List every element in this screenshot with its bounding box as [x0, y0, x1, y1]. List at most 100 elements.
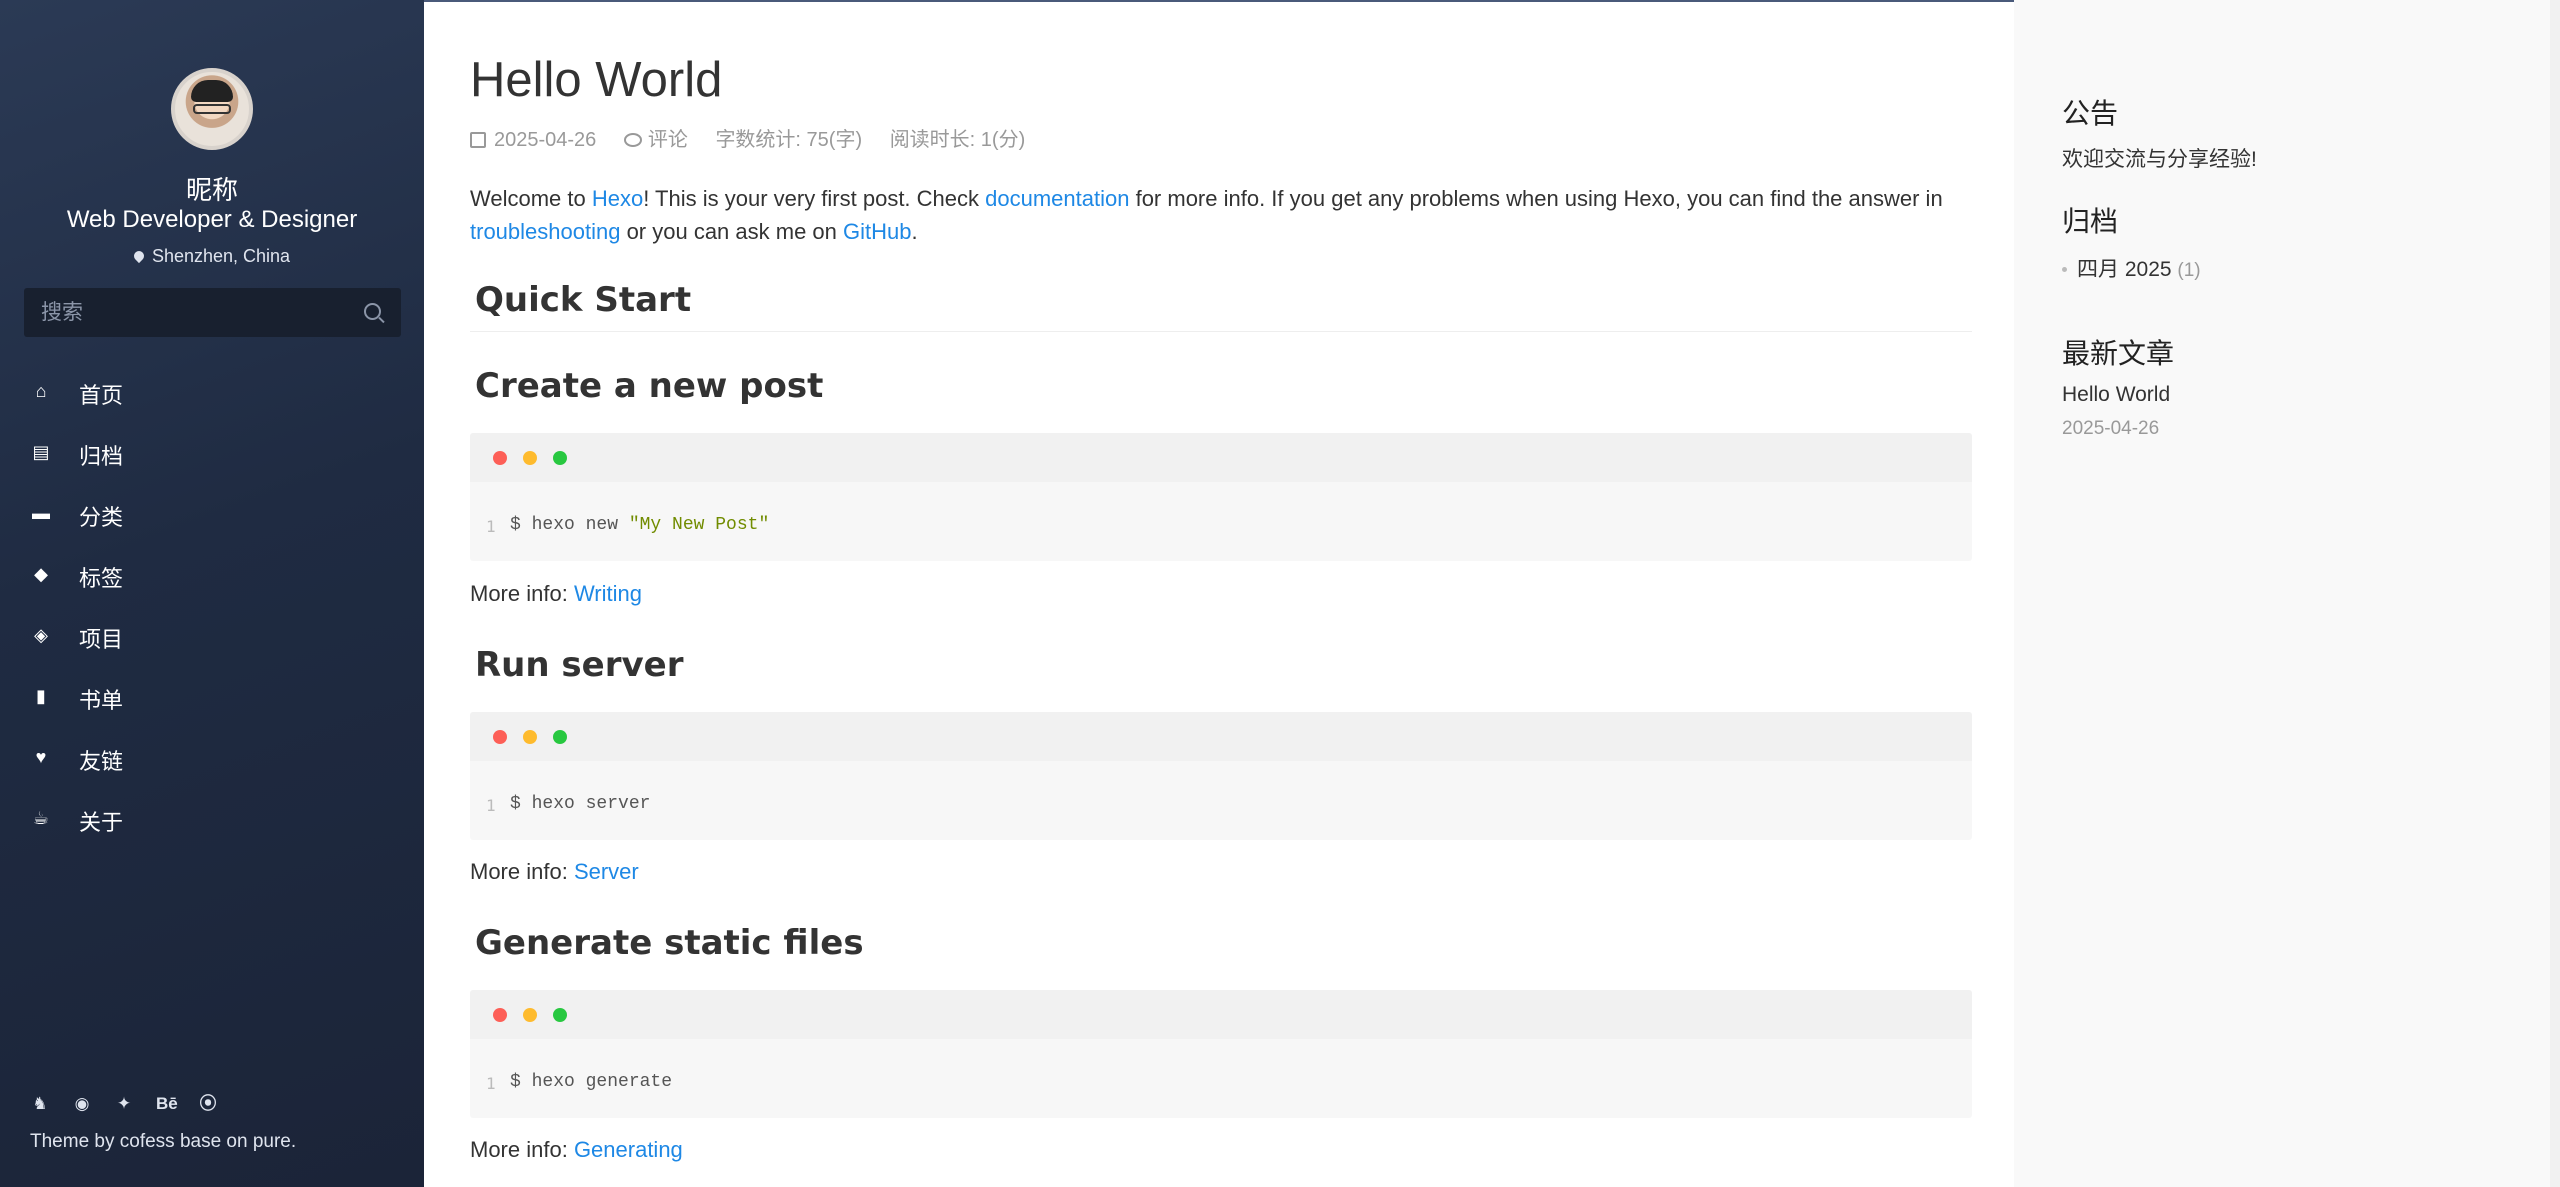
social-links: ♞ ◉ ✦ Bē ⦿ — [30, 1094, 240, 1114]
intro-text: ! This is your very first post. Check — [643, 186, 986, 211]
heading-generate: Generate static files — [475, 923, 864, 963]
profile-nickname: 昵称 — [185, 175, 238, 205]
heading-create-post: Create a new post — [475, 366, 824, 406]
sidebar-item-links[interactable]: ♥ 友链 — [0, 728, 424, 789]
code-toolbar — [470, 990, 1972, 1039]
bullet-icon — [2062, 267, 2067, 272]
behance-icon[interactable]: Bē — [156, 1094, 178, 1114]
sidebar-item-label: 归档 — [79, 444, 124, 469]
sidebar-item-label: 友链 — [79, 749, 124, 774]
code-block: 1 $ hexo server — [470, 712, 1972, 840]
comment-icon — [623, 133, 642, 147]
sidebar-item-label: 书单 — [79, 688, 124, 713]
code-toolbar — [470, 433, 1972, 482]
read-time: 阅读时长: 1(分) — [889, 129, 1026, 151]
code-command: $ hexo new — [510, 515, 629, 535]
recent-post-link[interactable]: Hello World — [2062, 383, 2170, 407]
sidebar-item-about[interactable]: ☕ 关于 — [0, 789, 424, 850]
more-info: More info: Generating — [470, 1137, 683, 1163]
twitter-icon[interactable]: ✦ — [114, 1094, 134, 1114]
notice-title: 公告 — [2062, 98, 2119, 129]
post-meta: 2025-04-26 评论 字数统计: 75(字) 阅读时长: 1(分) — [470, 123, 1047, 152]
more-info-label: More info: — [470, 859, 574, 884]
sidebar-item-tags[interactable]: ◆ 标签 — [0, 545, 424, 606]
code-block: 1 $ hexo new "My New Post" — [470, 433, 1972, 561]
red-dot-icon — [493, 451, 507, 465]
rss-icon[interactable]: ⦿ — [198, 1094, 218, 1114]
green-dot-icon — [553, 451, 567, 465]
generating-link[interactable]: Generating — [574, 1137, 683, 1162]
archive-item-label: 四月 2025 — [2077, 258, 2172, 281]
avatar[interactable] — [171, 68, 253, 150]
coffee-icon: ☕ — [32, 808, 50, 828]
intro-text: for more info. If you get any problems w… — [1129, 186, 1943, 211]
green-dot-icon — [553, 730, 567, 744]
post-date: 2025-04-26 — [494, 129, 597, 151]
troubleshooting-link[interactable]: troubleshooting — [470, 219, 620, 244]
intro-text: Welcome to — [470, 186, 592, 211]
intro-text: or you can ask me on — [620, 219, 844, 244]
sidebar-item-label: 标签 — [79, 566, 124, 591]
search-icon[interactable] — [364, 303, 381, 320]
intro-text: . — [911, 219, 918, 244]
word-count: 字数统计: 75(字) — [715, 129, 863, 151]
yellow-dot-icon — [523, 730, 537, 744]
archive-item[interactable]: 四月 2025 (1) — [2062, 253, 2201, 283]
green-dot-icon — [553, 1008, 567, 1022]
sidebar-nav: ⌂ 首页 ▤ 归档 ▬ 分类 ◆ 标签 ◈ 项目 ▮ 书单 ♥ 友链 ☕ 关于 — [0, 362, 424, 850]
sidebar-item-projects[interactable]: ◈ 项目 — [0, 606, 424, 667]
sidebar: 昵称 Web Developer & Designer Shenzhen, Ch… — [0, 0, 424, 1187]
profile-role: Web Developer & Designer — [66, 206, 358, 233]
server-link[interactable]: Server — [574, 859, 639, 884]
search-input[interactable] — [24, 288, 354, 337]
more-info-label: More info: — [470, 1137, 574, 1162]
home-icon: ⌂ — [35, 381, 47, 401]
weibo-icon[interactable]: ◉ — [72, 1094, 92, 1114]
post-comments-link[interactable]: 评论 — [648, 129, 688, 151]
calendar-icon — [470, 132, 486, 148]
line-number: 1 — [486, 796, 496, 815]
code-line: $ hexo new "My New Post" — [510, 515, 769, 535]
book-icon: ▮ — [36, 686, 46, 706]
code-line: $ hexo server — [510, 794, 651, 814]
archive-title: 归档 — [2062, 206, 2119, 237]
sidebar-item-label: 项目 — [79, 627, 124, 652]
archive-icon: ▤ — [32, 442, 50, 462]
github-link[interactable]: GitHub — [843, 219, 911, 244]
intro-paragraph: Welcome to Hexo! This is your very first… — [470, 182, 1970, 248]
code-block: 1 $ hexo generate — [470, 990, 1972, 1118]
line-number: 1 — [486, 517, 496, 536]
sidebar-item-archive[interactable]: ▤ 归档 — [0, 423, 424, 484]
code-string: "My New Post" — [628, 515, 770, 535]
heading-quick-start: Quick Start — [475, 280, 692, 320]
github-icon[interactable]: ♞ — [30, 1094, 50, 1114]
layers-icon: ◈ — [34, 625, 48, 645]
documentation-link[interactable]: documentation — [985, 186, 1129, 211]
red-dot-icon — [493, 730, 507, 744]
notice-text: 欢迎交流与分享经验! — [2062, 148, 2257, 171]
writing-link[interactable]: Writing — [574, 581, 642, 606]
theme-credit: Theme by cofess base on pure. — [30, 1131, 297, 1152]
code-line: $ hexo generate — [510, 1072, 673, 1092]
more-info-label: More info: — [470, 581, 574, 606]
sidebar-item-books[interactable]: ▮ 书单 — [0, 667, 424, 728]
sidebar-item-label: 分类 — [79, 505, 124, 530]
sidebar-item-categories[interactable]: ▬ 分类 — [0, 484, 424, 545]
search-box — [24, 288, 401, 337]
sidebar-item-label: 关于 — [79, 810, 124, 835]
widgets-sidebar: 公告 欢迎交流与分享经验! 归档 四月 2025 (1) 最新文章 Hello … — [2014, 0, 2560, 1187]
more-info: More info: Writing — [470, 581, 642, 607]
profile-location: Shenzhen, China — [0, 246, 424, 267]
scrollbar[interactable] — [2550, 0, 2560, 1187]
heading-run-server: Run server — [475, 645, 684, 685]
location-text: Shenzhen, China — [151, 246, 291, 266]
archive-count: (1) — [2177, 260, 2201, 281]
recent-posts-title: 最新文章 — [2062, 338, 2175, 369]
hexo-link[interactable]: Hexo — [592, 186, 643, 211]
recent-post-date: 2025-04-26 — [2062, 418, 2160, 439]
sidebar-item-home[interactable]: ⌂ 首页 — [0, 362, 424, 423]
line-number: 1 — [486, 1074, 496, 1093]
more-info: More info: Server — [470, 859, 639, 885]
yellow-dot-icon — [523, 451, 537, 465]
yellow-dot-icon — [523, 1008, 537, 1022]
